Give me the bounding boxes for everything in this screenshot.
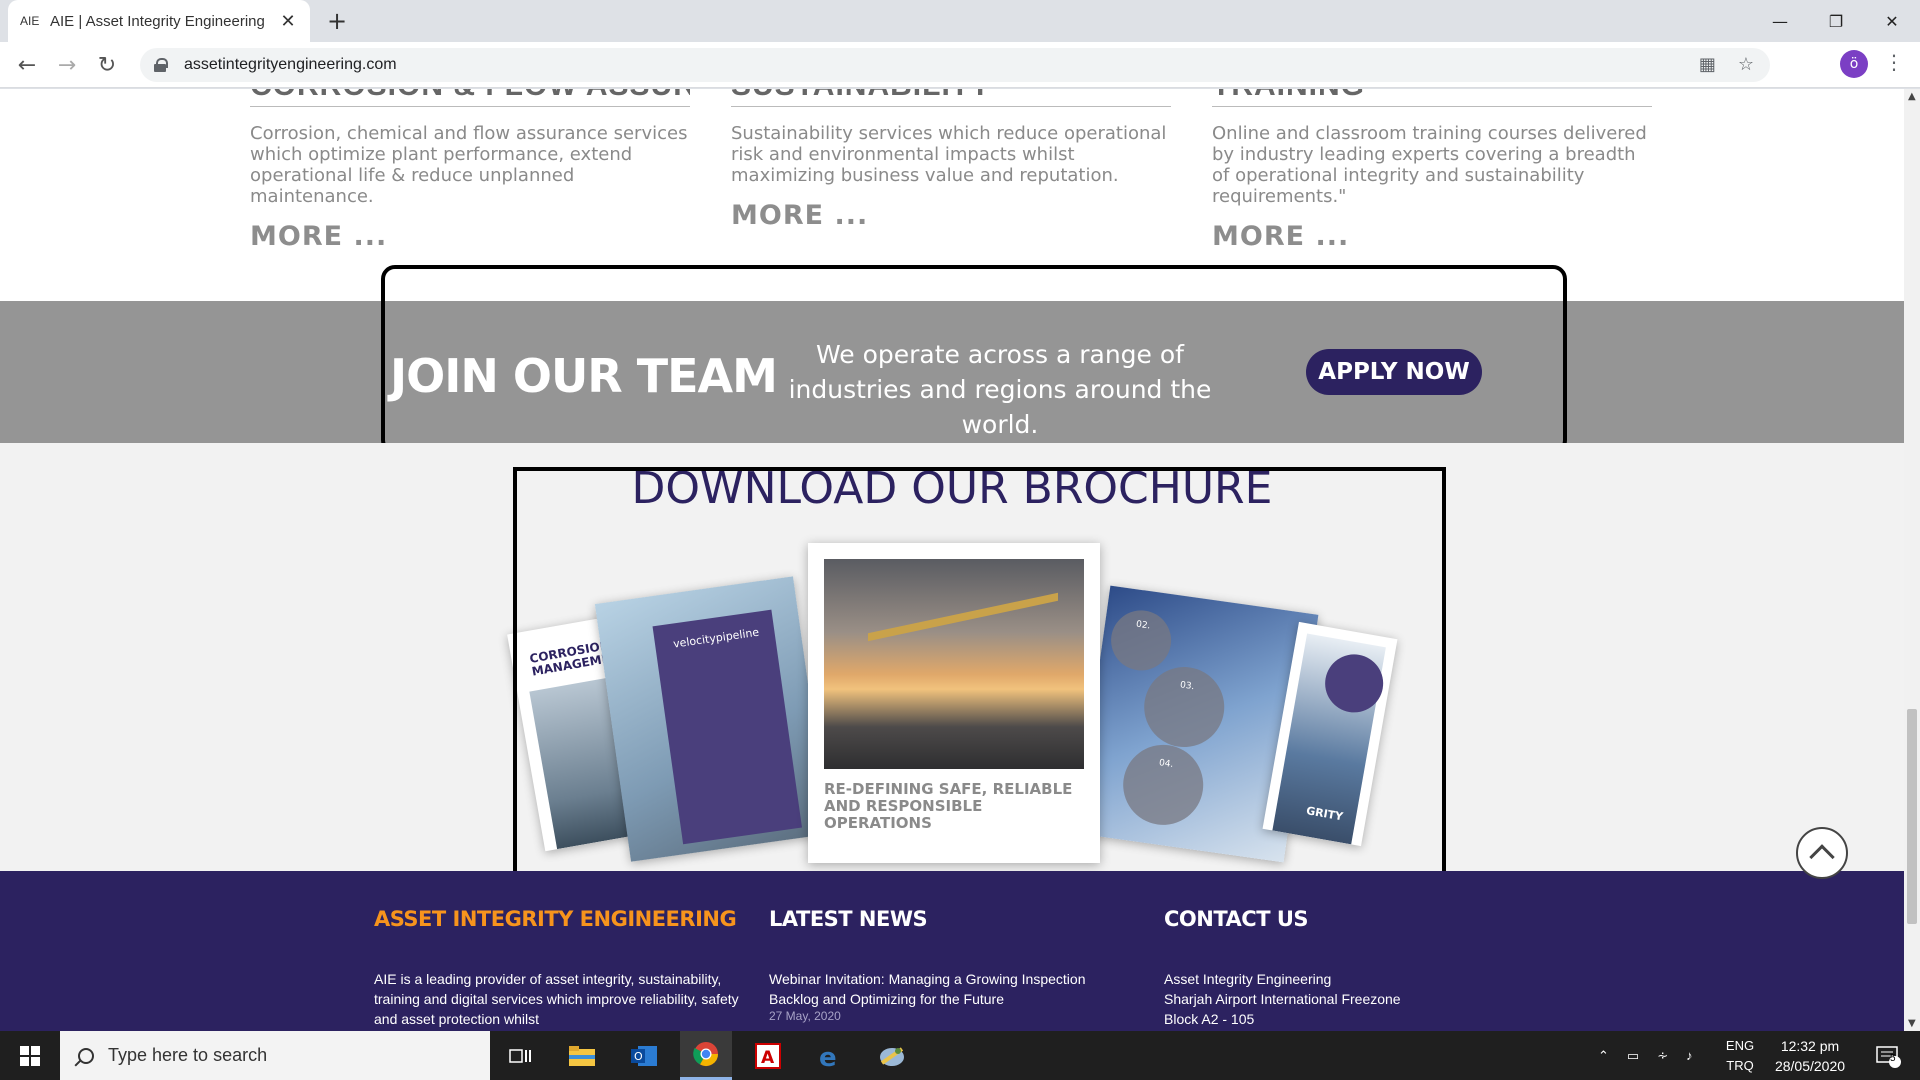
close-window-icon[interactable]: ✕ [1864, 0, 1920, 42]
system-tray: ⌃ ▭ ∻ ♪ [1598, 1031, 1693, 1080]
acrobat-icon[interactable]: A [742, 1031, 794, 1080]
restore-icon[interactable]: ❐ [1808, 0, 1864, 42]
edge-icon[interactable]: e [804, 1031, 856, 1080]
service-description: Corrosion, chemical and flow assurance s… [250, 123, 688, 207]
app-launcher-icon[interactable] [866, 1031, 918, 1080]
chevron-up-icon [1809, 844, 1835, 870]
taskbar-search[interactable]: Type here to search [60, 1031, 490, 1080]
forward-arrow-icon[interactable]: → [52, 50, 82, 80]
service-description: Sustainability services which reduce ope… [731, 123, 1167, 186]
svg-text:e: e [819, 1043, 837, 1069]
news-date: 27 May, 2020 [769, 1009, 841, 1023]
start-button[interactable] [0, 1031, 60, 1080]
language-code: ENG [1725, 1037, 1755, 1053]
service-description: Online and classroom training courses de… [1212, 123, 1647, 207]
minimize-icon[interactable]: — [1752, 0, 1808, 42]
service-card-sustainability: SUSTAINABILITY Sustainability services w… [731, 89, 1171, 231]
bookmark-star-icon[interactable]: ☆ [1738, 54, 1754, 75]
footer-contact: CONTACT US Asset Integrity Engineering S… [1164, 907, 1534, 1029]
close-tab-icon[interactable]: ✕ [278, 11, 298, 32]
task-view-icon[interactable] [494, 1031, 546, 1080]
contact-line: Block A2 - 105 [1164, 1011, 1255, 1027]
wifi-icon[interactable]: ∻ [1657, 1048, 1668, 1064]
service-heading: CORROSION & FLOW ASSURANCE [250, 89, 690, 103]
page-scrollbar[interactable]: ▲ ▼ [1904, 89, 1920, 1031]
browser-toolbar: ← → ↻ assetintegrityengineering.com ▦ ☆ … [0, 42, 1920, 88]
windows-logo-icon [20, 1045, 40, 1066]
clock-date: 28/05/2020 [1774, 1057, 1846, 1074]
chrome-icon[interactable] [680, 1031, 732, 1080]
notifications-icon[interactable]: 5 [1866, 1031, 1910, 1080]
tab-title: AIE | Asset Integrity Engineering [50, 12, 265, 30]
contact-line: Sharjah Airport International Freezone [1164, 991, 1401, 1007]
notification-count: 5 [1890, 1053, 1896, 1064]
browser-tab[interactable]: AIE AIE | Asset Integrity Engineering ✕ [8, 0, 310, 42]
more-link[interactable]: MORE ... [250, 221, 690, 252]
language-indicator[interactable]: ENG TRQ [1722, 1031, 1758, 1080]
footer-heading: ASSET INTEGRITY ENGINEERING [374, 907, 737, 931]
news-link[interactable]: Webinar Invitation: Managing a Growing I… [769, 969, 1139, 1009]
footer-heading: CONTACT US [1164, 907, 1309, 931]
more-menu-icon[interactable]: ⋮ [1884, 50, 1904, 80]
tab-favicon: AIE [20, 14, 40, 28]
more-link[interactable]: MORE ... [731, 200, 1171, 231]
contact-line: Asset Integrity Engineering [1164, 971, 1332, 987]
service-heading: SUSTAINABILITY [731, 89, 1171, 103]
search-icon [78, 1047, 94, 1064]
volume-icon[interactable]: ♪ [1686, 1048, 1693, 1063]
more-link[interactable]: MORE ... [1212, 221, 1652, 252]
battery-icon[interactable]: ▭ [1627, 1048, 1639, 1064]
footer-news: LATEST NEWS Webinar Invitation: Managing… [769, 907, 1139, 1023]
scroll-up-arrow-icon[interactable]: ▲ [1908, 91, 1916, 102]
new-tab-button[interactable]: + [322, 6, 352, 36]
keyboard-layout: TRQ [1726, 1057, 1754, 1073]
file-explorer-icon[interactable] [556, 1031, 608, 1080]
footer-heading: LATEST NEWS [769, 907, 928, 931]
site-footer: ASSET INTEGRITY ENGINEERING AIE is a lea… [0, 871, 1904, 1031]
show-hidden-icons-icon[interactable]: ⌃ [1598, 1048, 1609, 1064]
service-card-training: TRAINING Online and classroom training c… [1212, 89, 1652, 252]
search-placeholder: Type here to search [108, 1045, 268, 1065]
reload-icon[interactable]: ↻ [92, 50, 122, 80]
svg-text:A: A [761, 1048, 775, 1068]
browser-tabstrip: AIE AIE | Asset Integrity Engineering ✕ … [0, 0, 1920, 42]
translate-icon[interactable]: ▦ [1699, 54, 1716, 75]
window-controls: — ❐ ✕ [1752, 0, 1920, 42]
address-bar[interactable]: assetintegrityengineering.com ▦ ☆ [140, 48, 1770, 82]
page-viewport: CORROSION & FLOW ASSURANCE Corrosion, ch… [0, 89, 1904, 1031]
clock-time: 12:32 pm [1780, 1037, 1840, 1054]
footer-about-text: AIE is a leading provider of asset integ… [374, 971, 739, 1027]
lock-icon [154, 58, 168, 72]
footer-about: ASSET INTEGRITY ENGINEERING AIE is a lea… [374, 907, 744, 1029]
outlook-icon[interactable]: O [618, 1031, 670, 1080]
scrollbar-thumb[interactable] [1907, 709, 1917, 924]
highlight-outline-brochure [513, 467, 1446, 891]
clock[interactable]: 12:32 pm 28/05/2020 [1762, 1031, 1858, 1080]
url-text: assetintegrityengineering.com [184, 56, 397, 73]
service-card-corrosion: CORROSION & FLOW ASSURANCE Corrosion, ch… [250, 89, 690, 252]
service-heading: TRAINING [1212, 89, 1652, 103]
windows-taskbar: Type here to search O A e ⌃ ▭ ∻ ♪ ENG TR… [0, 1031, 1920, 1080]
scroll-down-arrow-icon[interactable]: ▼ [1908, 1018, 1916, 1029]
profile-avatar[interactable]: ö [1840, 50, 1868, 78]
highlight-outline-join [381, 265, 1567, 454]
back-arrow-icon[interactable]: ← [12, 50, 42, 80]
back-to-top-button[interactable] [1796, 827, 1848, 879]
svg-text:O: O [634, 1050, 643, 1063]
